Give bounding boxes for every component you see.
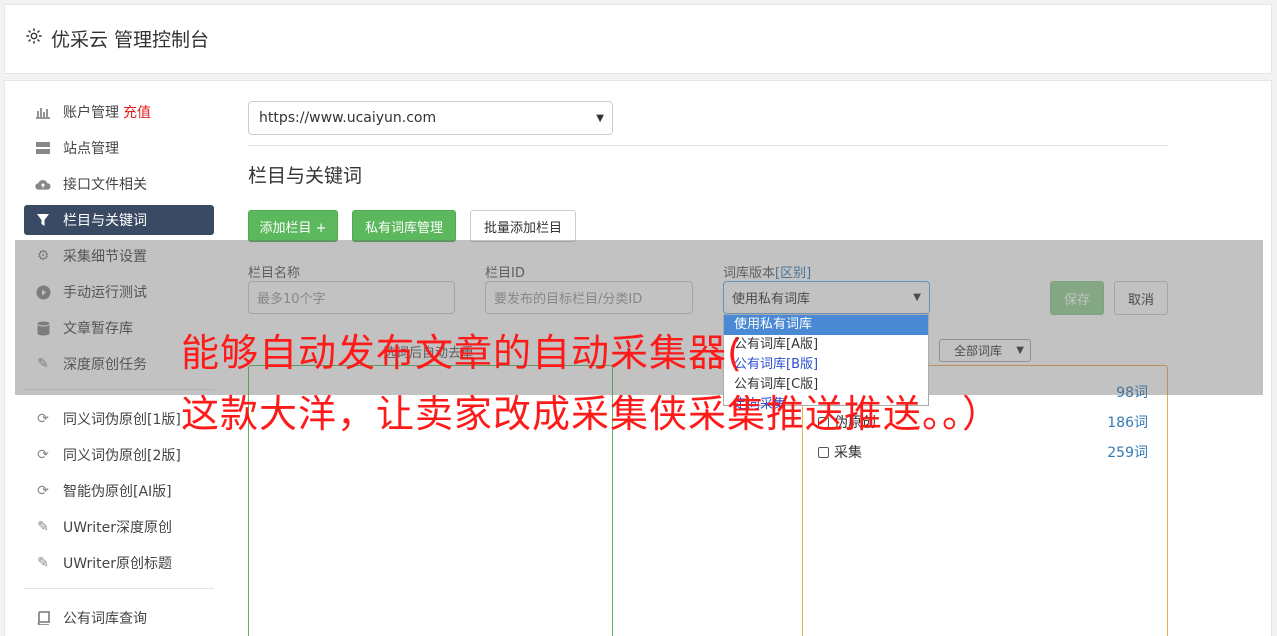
top-header: 优采云 管理控制台 <box>4 4 1272 74</box>
refresh-icon: ⟳ <box>37 447 49 463</box>
console-title: 优采云 管理控制台 <box>25 25 209 52</box>
library-version-value: 使用私有词库 <box>732 292 811 307</box>
library-count: 98词 <box>1116 385 1148 401</box>
sidebar-item-label: 栏目与关键词 <box>63 213 147 229</box>
cogs-icon: ⚙ <box>36 248 50 264</box>
section-title: 栏目与关键词 <box>248 165 363 187</box>
bar-chart-icon <box>35 104 51 120</box>
cancel-button[interactable]: 取消 <box>1114 281 1168 315</box>
dropdown-option[interactable]: 使用私有词库 <box>724 315 928 335</box>
difference-link[interactable]: [区别] <box>775 266 811 281</box>
divider <box>248 145 1168 146</box>
site-select-value: https://www.ucaiyun.com <box>259 110 437 126</box>
play-circle-icon <box>35 284 51 300</box>
sidebar-divider <box>24 588 214 589</box>
site-select[interactable]: https://www.ucaiyun.com ▼ <box>248 101 613 135</box>
library-filter-select[interactable]: 全部词库 ▼ <box>939 339 1031 362</box>
sidebar-item-label: 账户管理 <box>63 105 119 121</box>
sidebar-item-label: 接口文件相关 <box>63 177 147 193</box>
sidebar-item-sites[interactable]: 站点管理 <box>24 133 214 163</box>
sidebar-item-account[interactable]: 账户管理 充值 <box>24 97 214 127</box>
database-icon <box>35 320 51 336</box>
dropdown-option[interactable]: 公有词库[A版] <box>724 335 928 355</box>
edit-icon: ✎ <box>37 519 49 535</box>
sidebar-item-label: 智能伪原创[AI版] <box>63 484 172 500</box>
library-version-select[interactable]: 使用私有词库 ▼ <box>723 281 930 314</box>
column-id-input[interactable]: 要发布的目标栏目/分类ID <box>485 281 693 314</box>
console-title-text: 优采云 管理控制台 <box>51 29 210 51</box>
checkbox[interactable] <box>818 447 829 458</box>
library-count: 259词 <box>1107 445 1148 461</box>
library-name: 采集 <box>834 445 862 461</box>
caption-line-1: 能够自动发布文章的自动采集器( <box>181 331 743 375</box>
chevron-down-icon: ▼ <box>913 292 921 303</box>
sidebar-item-label: 手动运行测试 <box>63 285 147 301</box>
sidebar-item-label: 公有词库查询 <box>63 611 147 627</box>
caption-line-2: 这款大洋，让卖家改成采集侠采集推送推送。。） <box>181 392 1002 436</box>
sidebar-item-label: UWriter原创标题 <box>63 556 172 572</box>
batch-add-button[interactable]: 批量添加栏目 <box>470 210 576 242</box>
library-count: 186词 <box>1107 415 1148 431</box>
private-library-button[interactable]: 私有词库管理 <box>352 210 456 242</box>
sidebar-item-label: 同义词伪原创[2版] <box>63 448 181 464</box>
sidebar-item-uwriter-deep[interactable]: ✎ UWriter深度原创 <box>24 512 214 542</box>
dropdown-option[interactable]: 公有词库[B版] <box>724 355 928 375</box>
sidebar-item-label: 深度原创任务 <box>63 357 147 373</box>
recharge-link[interactable]: 充值 <box>123 102 151 122</box>
chevron-down-icon: ▼ <box>1016 345 1024 356</box>
column-name-input[interactable]: 最多10个字 <box>248 281 455 314</box>
column-name-label: 栏目名称 <box>248 266 301 281</box>
library-filter-value: 全部词库 <box>954 344 1003 358</box>
refresh-icon: ⟳ <box>37 483 49 499</box>
sidebar-item-interface[interactable]: 接口文件相关 <box>24 169 214 199</box>
sidebar-item-label: 同义词伪原创[1版] <box>63 412 181 428</box>
sidebar-item-label: UWriter深度原创 <box>63 520 172 536</box>
sidebar-item-label: 采集细节设置 <box>63 249 147 265</box>
sidebar-item-label: 站点管理 <box>63 141 119 157</box>
sidebar-item-uwriter-title[interactable]: ✎ UWriter原创标题 <box>24 548 214 578</box>
edit-icon: ✎ <box>37 356 49 372</box>
chevron-down-icon: ▼ <box>596 112 604 124</box>
sidebar-item-manual-run[interactable]: 手动运行测试 <box>24 277 214 307</box>
library-version-text: 词库版本 <box>723 266 776 281</box>
sidebar-item-ai-rewrite[interactable]: ⟳ 智能伪原创[AI版] <box>24 476 214 506</box>
sidebar-item-public-lib[interactable]: 公有词库查询 <box>24 603 214 633</box>
save-button[interactable]: 保存 <box>1050 281 1104 315</box>
gear-icon <box>25 27 43 50</box>
sidebar-item-synonym-2[interactable]: ⟳ 同义词伪原创[2版] <box>24 440 214 470</box>
sidebar-item-columns[interactable]: 栏目与关键词 <box>24 205 214 235</box>
refresh-icon: ⟳ <box>37 411 49 427</box>
cloud-upload-icon <box>35 176 51 192</box>
book-icon <box>35 610 51 626</box>
add-column-button[interactable]: 添加栏目 + <box>248 210 338 242</box>
column-id-label: 栏目ID <box>485 266 525 281</box>
server-icon <box>35 140 51 156</box>
sidebar-item-label: 文章暂存库 <box>63 321 133 337</box>
library-row[interactable]: 采集 259词 <box>818 442 1148 462</box>
library-version-label: 词库版本[区别] <box>723 262 811 281</box>
edit-icon: ✎ <box>37 555 49 571</box>
filter-icon <box>35 212 51 228</box>
sidebar-item-collect-settings[interactable]: ⚙ 采集细节设置 <box>24 241 214 271</box>
